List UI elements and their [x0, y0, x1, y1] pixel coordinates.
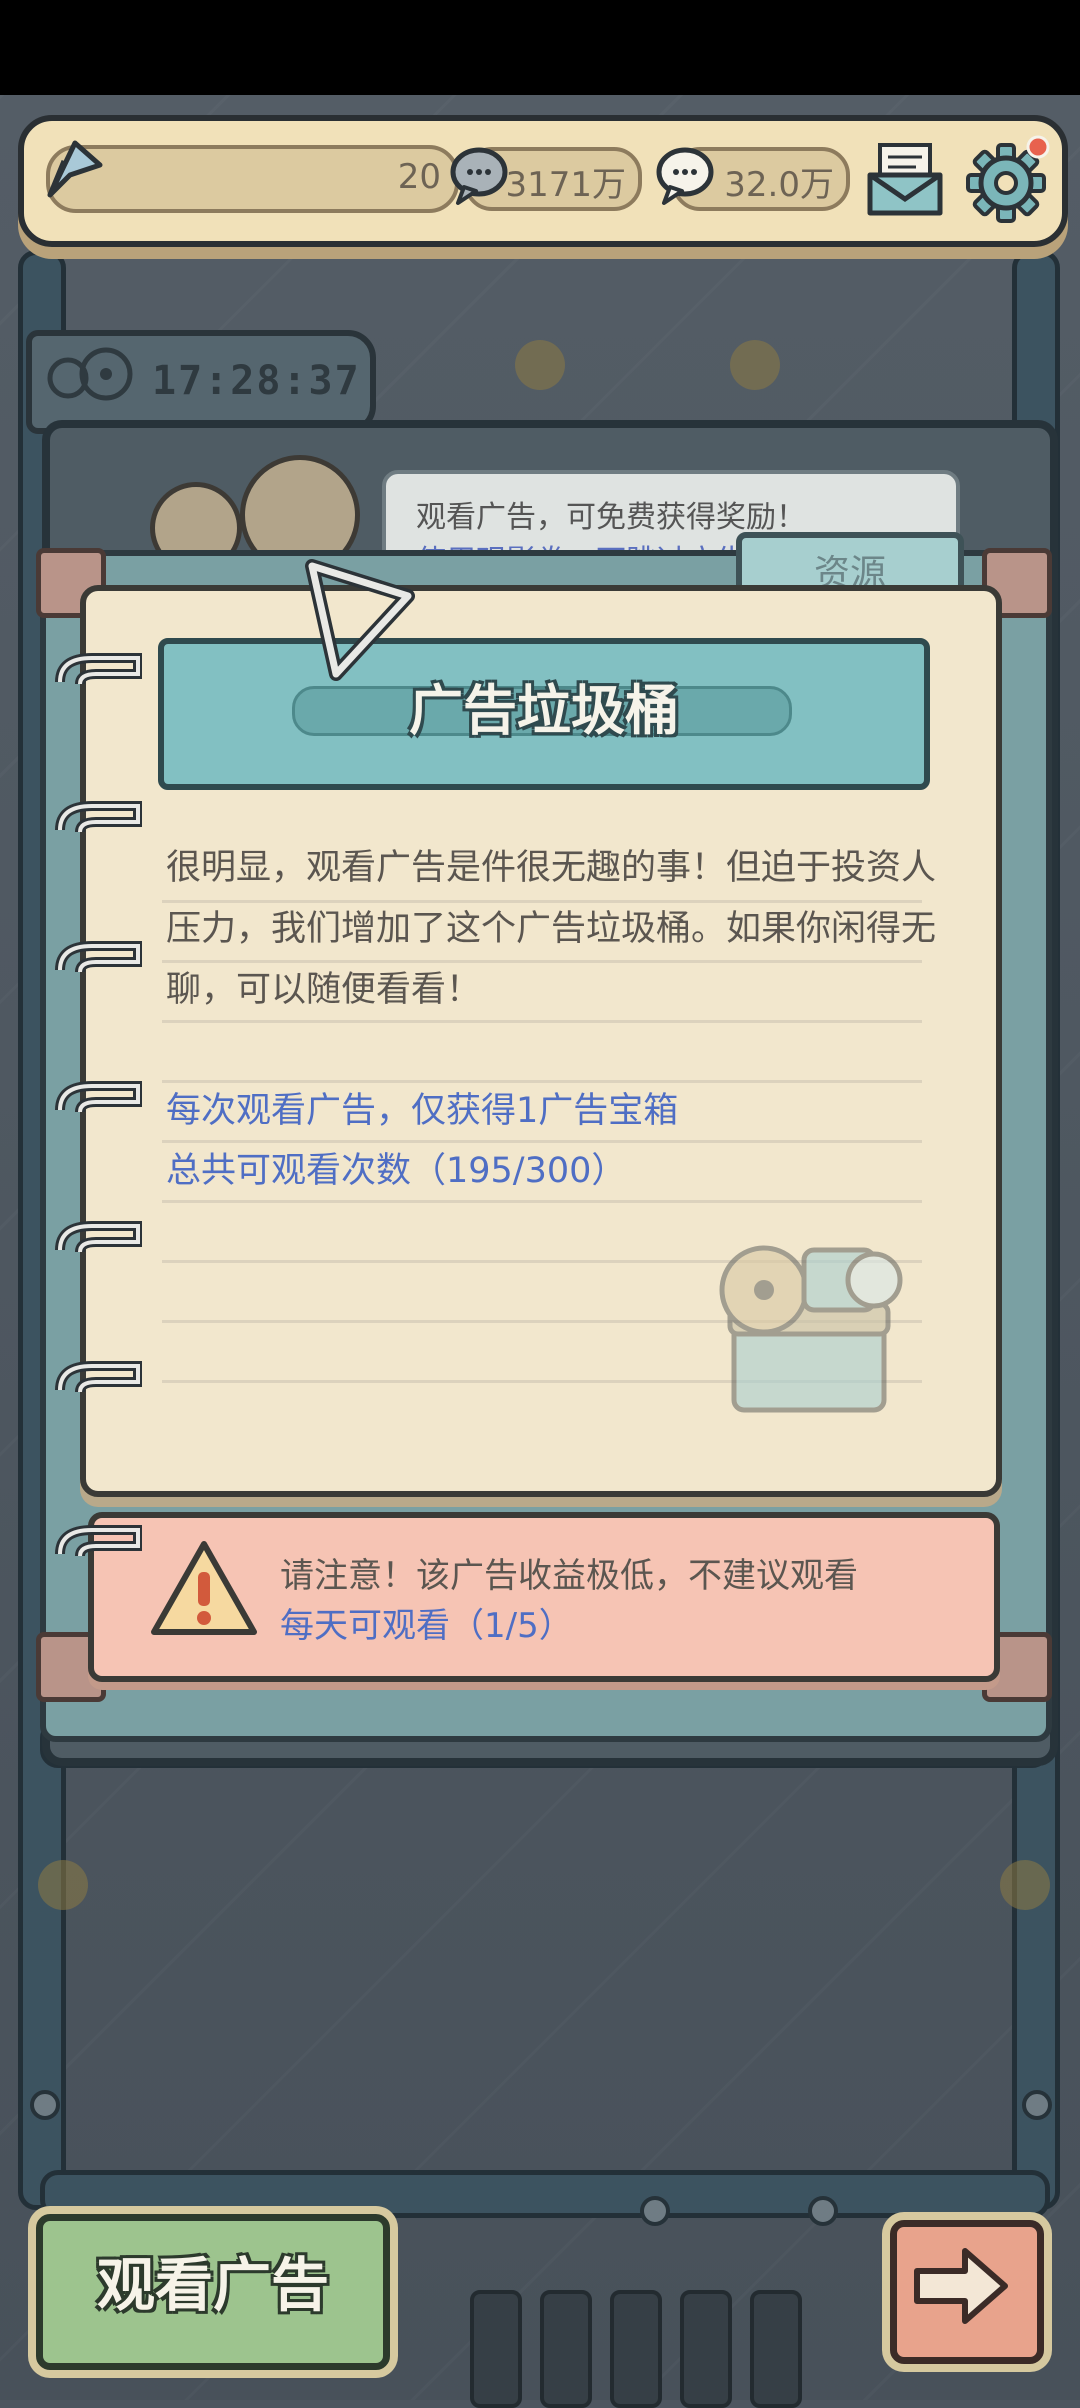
warning-icon — [151, 1541, 257, 1635]
binder-ring — [55, 1221, 142, 1253]
floor-grate — [680, 2290, 732, 2408]
reward-info: 每次观看广告，仅获得1广告宝箱 — [166, 1091, 679, 1131]
floor-grate — [750, 2290, 802, 2408]
timer-value: 17:28:37 — [152, 358, 361, 404]
binder-ring — [55, 941, 142, 973]
dialog-title: 广告垃圾桶 — [409, 679, 679, 742]
indicator-light — [730, 340, 780, 390]
bolt — [640, 2196, 670, 2226]
arrow-right-icon — [914, 2248, 1008, 2324]
indicator-light — [515, 340, 565, 390]
hint-line-1: 观看广告，可免费获得奖励！ — [416, 500, 806, 535]
speech-bubble-icon — [656, 147, 714, 205]
speech-bubble-icon — [450, 147, 508, 205]
next-button[interactable] — [890, 2220, 1044, 2364]
pipe — [40, 2170, 1050, 2218]
warning-text: 请注意！该广告收益极低，不建议观看 — [280, 1556, 858, 1596]
status-bar — [0, 0, 1080, 95]
daily-watch-count: 每天可观看（1/5） — [280, 1606, 573, 1646]
gear-icon[interactable] — [962, 133, 1054, 225]
mail-icon[interactable] — [864, 141, 946, 219]
watch-ad-button[interactable]: 观看广告 — [36, 2214, 390, 2370]
flag-icon[interactable] — [40, 135, 110, 205]
currency-bar: 20 3171万 32.0万 — [18, 115, 1068, 247]
bolt — [30, 2090, 60, 2120]
binder-ring — [55, 653, 142, 685]
binder-ring — [55, 801, 142, 833]
indicator-light — [38, 1860, 88, 1910]
triangle-pin-icon — [305, 559, 415, 681]
level-value: 20 — [397, 157, 441, 197]
bolt — [808, 2196, 838, 2226]
currency-1-value: 3171万 — [505, 165, 626, 205]
floor-grate — [470, 2290, 522, 2408]
bolt — [1022, 2090, 1052, 2120]
total-watch-count: 总共可观看次数（195/300） — [166, 1151, 627, 1191]
watch-ad-label: 观看广告 — [96, 2251, 329, 2319]
binder-ring — [55, 1081, 142, 1113]
countdown-timer: 17:28:37 — [26, 330, 376, 434]
binder-ring — [55, 1361, 142, 1393]
floor-grate — [610, 2290, 662, 2408]
ruled-line — [162, 1200, 922, 1203]
binder-ring — [55, 1525, 142, 1557]
currency-2-value: 32.0万 — [724, 165, 834, 205]
ad-chest-icon — [719, 1245, 903, 1413]
floor-grate — [540, 2290, 592, 2408]
indicator-light — [1000, 1860, 1050, 1910]
dialog-body: 很明显，观看广告是件很无趣的事！但迫于投资人压力，我们增加了这个广告垃圾桶。如果… — [166, 848, 937, 1010]
film-reel-icon — [47, 347, 133, 401]
